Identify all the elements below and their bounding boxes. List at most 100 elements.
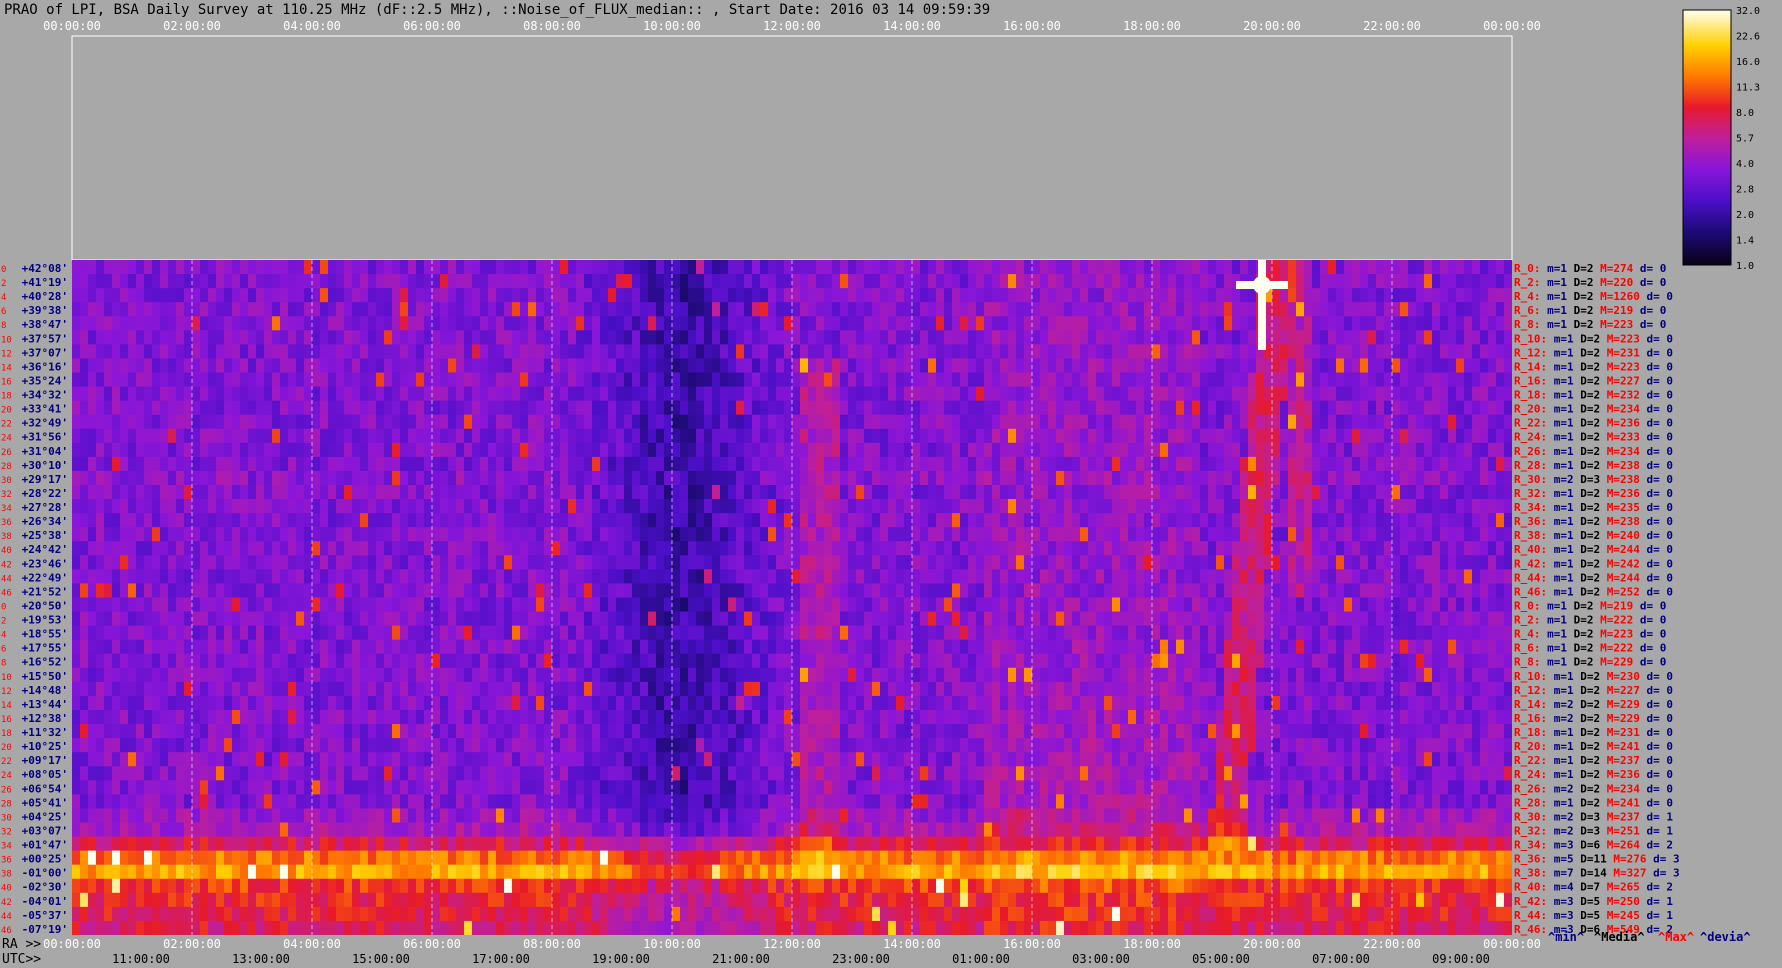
heat-cell — [272, 302, 281, 317]
heat-cell — [1112, 611, 1121, 627]
heat-cell — [1072, 330, 1081, 345]
heat-cell — [448, 639, 457, 655]
heat-cell — [1112, 527, 1121, 542]
heat-cell — [968, 344, 977, 359]
heat-cell — [1200, 442, 1209, 458]
heat-cell — [336, 597, 345, 613]
heat-cell — [120, 260, 129, 275]
heat-cell — [328, 386, 337, 402]
heat-cell — [1096, 597, 1105, 613]
heat-cell — [472, 485, 481, 500]
heat-cell — [800, 372, 809, 388]
heat-cell — [864, 372, 873, 388]
heat-cell — [680, 583, 689, 598]
heat-cell — [352, 456, 361, 472]
heat-cell — [1344, 569, 1353, 584]
heat-cell — [1464, 456, 1473, 472]
heat-cell — [1000, 583, 1009, 598]
heat-cell — [1144, 316, 1153, 331]
heat-cell — [104, 597, 113, 613]
heat-cell — [1408, 513, 1417, 528]
heat-cell — [208, 330, 217, 345]
heat-cell — [1128, 513, 1137, 528]
heat-cell — [280, 274, 289, 289]
heat-cell — [648, 442, 657, 458]
heat-cell — [432, 400, 441, 416]
heat-cell — [888, 597, 897, 613]
heat-cell — [1160, 316, 1169, 331]
heat-cell — [688, 344, 697, 359]
heat-cell — [560, 611, 569, 627]
heat-cell — [544, 260, 553, 275]
heat-cell — [816, 470, 825, 486]
heat-cell — [448, 414, 457, 430]
heat-cell — [1384, 583, 1393, 598]
heat-cell — [176, 456, 185, 472]
heat-cell — [336, 569, 345, 584]
heat-cell — [1440, 527, 1449, 542]
heat-cell — [680, 513, 689, 528]
heat-cell — [1000, 527, 1009, 542]
heat-cell — [1416, 386, 1425, 402]
heat-cell — [136, 316, 145, 331]
heat-cell — [1392, 442, 1401, 458]
heat-cell — [1368, 470, 1377, 486]
heat-cell — [1384, 569, 1393, 584]
heat-cell — [280, 555, 289, 570]
heat-cell — [1480, 288, 1489, 303]
heat-cell — [536, 400, 545, 416]
heat-cell — [160, 372, 169, 388]
heat-cell — [384, 288, 393, 303]
heat-cell — [432, 428, 441, 444]
heat-cell — [1328, 527, 1337, 542]
heat-cell — [888, 470, 897, 486]
heat-cell — [1344, 428, 1353, 444]
heat-cell — [560, 428, 569, 444]
heat-cell — [760, 555, 769, 570]
heat-cell — [896, 583, 905, 598]
heat-cell — [912, 372, 921, 388]
heat-cell — [144, 555, 153, 570]
heat-cell — [424, 302, 433, 317]
heat-cell — [424, 611, 433, 627]
heat-cell — [1488, 274, 1497, 289]
heat-cell — [248, 274, 257, 289]
heat-cell — [552, 470, 561, 486]
heat-cell — [840, 442, 849, 458]
heat-cell — [568, 344, 577, 359]
heat-cell — [272, 611, 281, 627]
heat-cell — [1136, 400, 1145, 416]
heat-cell — [1440, 625, 1449, 641]
heat-cell — [728, 302, 737, 317]
heat-cell — [936, 414, 945, 430]
heat-cell — [1304, 555, 1313, 570]
heat-cell — [696, 372, 705, 388]
heat-cell — [968, 302, 977, 317]
heat-cell — [424, 442, 433, 458]
heat-cell — [1216, 344, 1225, 359]
heat-cell — [112, 597, 121, 613]
heat-cell — [72, 400, 81, 416]
heat-cell — [544, 611, 553, 627]
heat-cell — [336, 485, 345, 500]
heat-cell — [672, 372, 681, 388]
heat-cell — [824, 330, 833, 345]
heat-cell — [216, 386, 225, 402]
heat-cell — [264, 639, 273, 655]
heat-cell — [872, 555, 881, 570]
heat-cell — [1496, 456, 1505, 472]
heat-cell — [1384, 485, 1393, 500]
heat-cell — [80, 569, 89, 584]
heat-cell — [648, 513, 657, 528]
heat-cell — [784, 274, 793, 289]
heat-cell — [664, 358, 673, 373]
heat-cell — [616, 414, 625, 430]
heat-cell — [736, 499, 745, 514]
heat-cell — [864, 358, 873, 373]
heat-cell — [936, 513, 945, 528]
heat-cell — [184, 428, 193, 444]
heat-cell — [1024, 274, 1033, 289]
heat-cell — [80, 513, 89, 528]
heat-cell — [664, 260, 673, 275]
heat-cell — [1440, 611, 1449, 627]
